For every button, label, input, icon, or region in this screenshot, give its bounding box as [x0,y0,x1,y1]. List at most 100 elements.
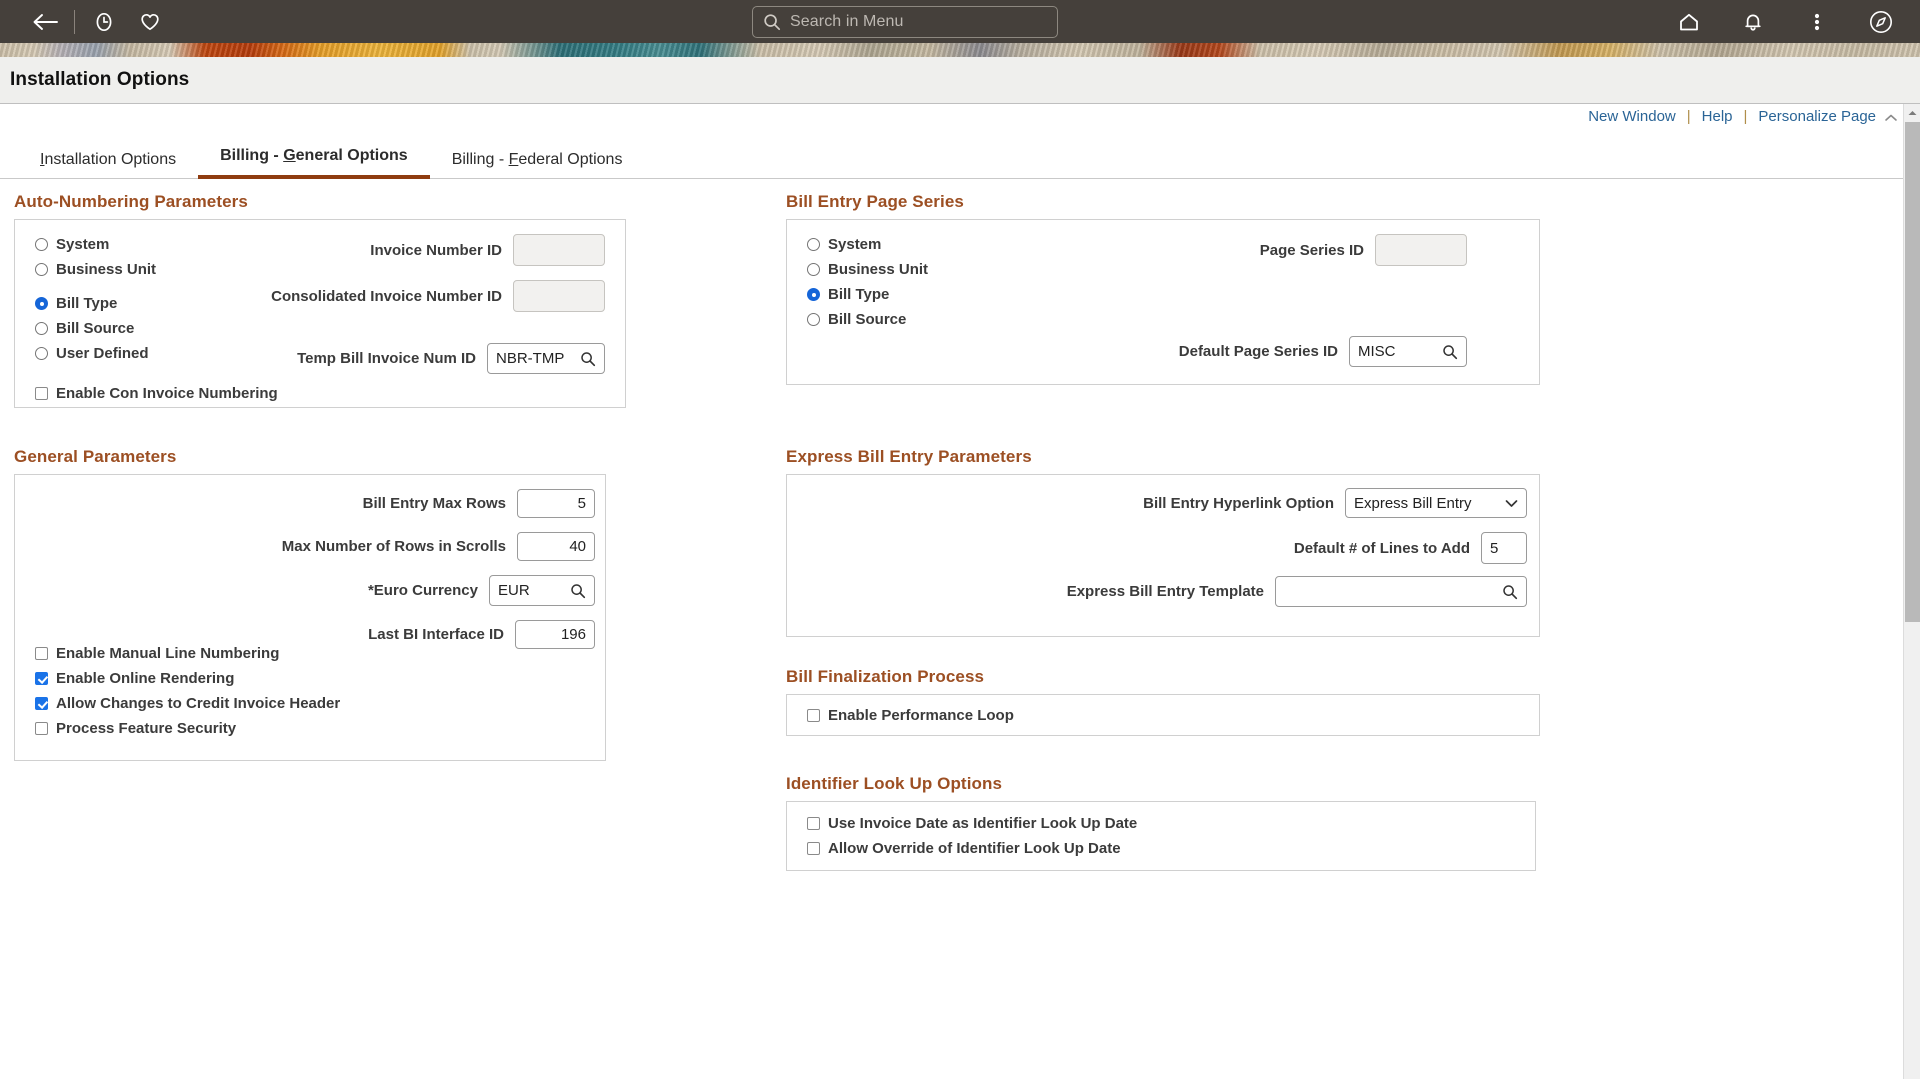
help-link[interactable]: Help [1702,108,1733,125]
general-parameters-fields: Bill Entry Max Rows 5 Max Number of Rows… [25,489,595,663]
checkbox-process-feature-security[interactable]: Process Feature Security [35,716,340,741]
bill-finalization-checkboxes: Enable Performance Loop [807,703,1014,728]
page-series-id-input[interactable] [1375,234,1467,266]
checkbox-label: Enable Online Rendering [56,670,235,687]
tab-label-2-rest: ederal Options [518,151,623,168]
new-window-link[interactable]: New Window [1588,108,1676,125]
field-row-euro-currency: *Euro Currency EUR [25,575,595,606]
radio-pageseries-system[interactable]: System [807,232,928,257]
radio-label: System [56,236,110,253]
checkbox-indicator [35,387,48,400]
section-bill-entry-page-series: Bill Entry Page Series System Business U… [786,192,1540,385]
checkbox-indicator [807,709,820,722]
tab-installation-options[interactable]: Installation Options [18,151,198,179]
scroll-up-arrow-icon[interactable] [1904,104,1920,121]
section-auto-numbering: Auto-Numbering Parameters System Busines… [14,192,626,408]
max-number-rows-scrolls-input[interactable]: 40 [517,532,595,561]
field-row-consolidated-invoice-number-id: Consolidated Invoice Number ID [195,280,605,312]
checkbox-allow-override-lookup-date[interactable]: Allow Override of Identifier Look Up Dat… [807,836,1137,861]
express-bill-entry-template-input[interactable] [1275,576,1527,607]
field-row-page-series-id: Page Series ID [947,234,1467,266]
compass-icon[interactable] [1858,0,1904,43]
checkbox-indicator [35,672,48,685]
euro-currency-input[interactable]: EUR [489,575,595,606]
express-bill-entry-fields: Bill Entry Hyperlink Option Express Bill… [797,488,1527,621]
field-label: Temp Bill Invoice Num ID [297,350,476,367]
checkbox-indicator [35,697,48,710]
invoice-number-id-input[interactable] [513,234,605,266]
home-icon[interactable] [1666,0,1712,43]
vertical-scrollbar[interactable] [1903,104,1920,1079]
field-row-bill-entry-hyperlink-option: Bill Entry Hyperlink Option Express Bill… [797,488,1527,518]
radio-pageseries-bill-type[interactable]: Bill Type [807,282,928,307]
field-row-default-lines-to-add: Default # of Lines to Add 5 [797,532,1527,564]
default-lines-to-add-input[interactable]: 5 [1481,532,1527,564]
checkbox-enable-performance-loop[interactable]: Enable Performance Loop [807,703,1014,728]
search-input[interactable]: Search in Menu [752,6,1058,38]
radio-pageseries-bill-source[interactable]: Bill Source [807,307,928,332]
lookup-search-icon[interactable] [562,583,586,599]
checkbox-label: Use Invoice Date as Identifier Look Up D… [828,815,1138,832]
field-row-invoice-number-id: Invoice Number ID [195,234,605,266]
section-title-express-bill-entry: Express Bill Entry Parameters [786,447,1032,466]
radio-label: User Defined [56,345,149,362]
panel-identifier-lookup: Use Invoice Date as Identifier Look Up D… [786,801,1536,871]
kebab-menu-icon[interactable] [1794,0,1840,43]
scrollbar-thumb[interactable] [1905,122,1920,622]
radio-label: Bill Type [56,295,118,312]
section-bill-finalization: Bill Finalization Process Enable Perform… [786,667,1540,736]
default-page-series-id-input[interactable]: MISC [1349,336,1467,367]
checkbox-use-invoice-date-as-lookup-date[interactable]: Use Invoice Date as Identifier Look Up D… [807,811,1137,836]
panel-bill-finalization: Enable Performance Loop [786,694,1540,736]
section-title-identifier-lookup: Identifier Look Up Options [786,774,1003,793]
checkbox-indicator [807,817,820,830]
radio-indicator [807,263,820,276]
panel-auto-numbering: System Business Unit Bill Type Bill Sour… [14,219,626,408]
collapse-up-icon[interactable] [1884,111,1898,123]
last-bi-interface-id-input[interactable]: 196 [515,620,595,649]
checkbox-allow-changes-credit-invoice-header[interactable]: Allow Changes to Credit Invoice Header [35,691,340,716]
checkbox-enable-online-rendering[interactable]: Enable Online Rendering [35,666,340,691]
tab-label-1-pre: Billing - [220,147,284,164]
checkbox-label: Process Feature Security [56,720,237,737]
temp-bill-invoice-num-id-input[interactable]: NBR-TMP [487,343,605,374]
field-label: Bill Entry Max Rows [362,495,506,512]
lookup-search-icon[interactable] [1494,584,1518,600]
radio-pageseries-business-unit[interactable]: Business Unit [807,257,928,282]
back-arrow-icon[interactable] [22,0,68,43]
section-identifier-lookup: Identifier Look Up Options Use Invoice D… [786,774,1536,871]
page-series-radio-group: System Business Unit Bill Type Bill Sour… [807,232,928,332]
section-title-auto-numbering: Auto-Numbering Parameters [14,192,248,211]
auto-numbering-fields: Invoice Number ID Consolidated Invoice N… [195,234,605,388]
field-label: Last BI Interface ID [368,626,504,643]
tab-label-1-rest: eneral Options [295,147,408,164]
checkbox-label: Enable Manual Line Numbering [56,645,280,662]
radio-indicator [35,297,48,310]
tab-accel-1: G [283,147,296,164]
lookup-search-icon[interactable] [572,351,596,367]
checkbox-indicator [807,842,820,855]
checkbox-enable-manual-line-numbering[interactable]: Enable Manual Line Numbering [35,641,340,666]
search-input-wrapper[interactable]: Search in Menu [752,6,1058,38]
heart-icon[interactable] [127,0,173,43]
radio-indicator [807,238,820,251]
clock-icon[interactable] [81,0,127,43]
field-label: Max Number of Rows in Scrolls [281,538,506,555]
lookup-search-icon[interactable] [1434,344,1458,360]
radio-label: Bill Source [828,311,907,328]
radio-indicator [35,322,48,335]
identifier-lookup-checkboxes: Use Invoice Date as Identifier Look Up D… [807,811,1137,861]
bell-icon[interactable] [1730,0,1776,43]
bill-entry-max-rows-input[interactable]: 5 [517,489,595,518]
tab-billing-general-options[interactable]: Billing - General Options [198,147,430,179]
bill-entry-hyperlink-option-select[interactable]: Express Bill Entry [1345,488,1527,518]
field-value: EUR [498,582,530,599]
chevron-down-icon [1493,499,1518,508]
field-row-bill-entry-max-rows: Bill Entry Max Rows 5 [25,489,595,518]
field-label: Default # of Lines to Add [1293,539,1470,557]
tab-billing-federal-options[interactable]: Billing - Federal Options [430,151,645,179]
consolidated-invoice-number-id-input[interactable] [513,280,605,312]
page-series-fields: Page Series ID Default Page Series ID MI… [947,234,1467,381]
personalize-page-link[interactable]: Personalize Page [1758,108,1876,125]
panel-express-bill-entry: Bill Entry Hyperlink Option Express Bill… [786,474,1540,637]
